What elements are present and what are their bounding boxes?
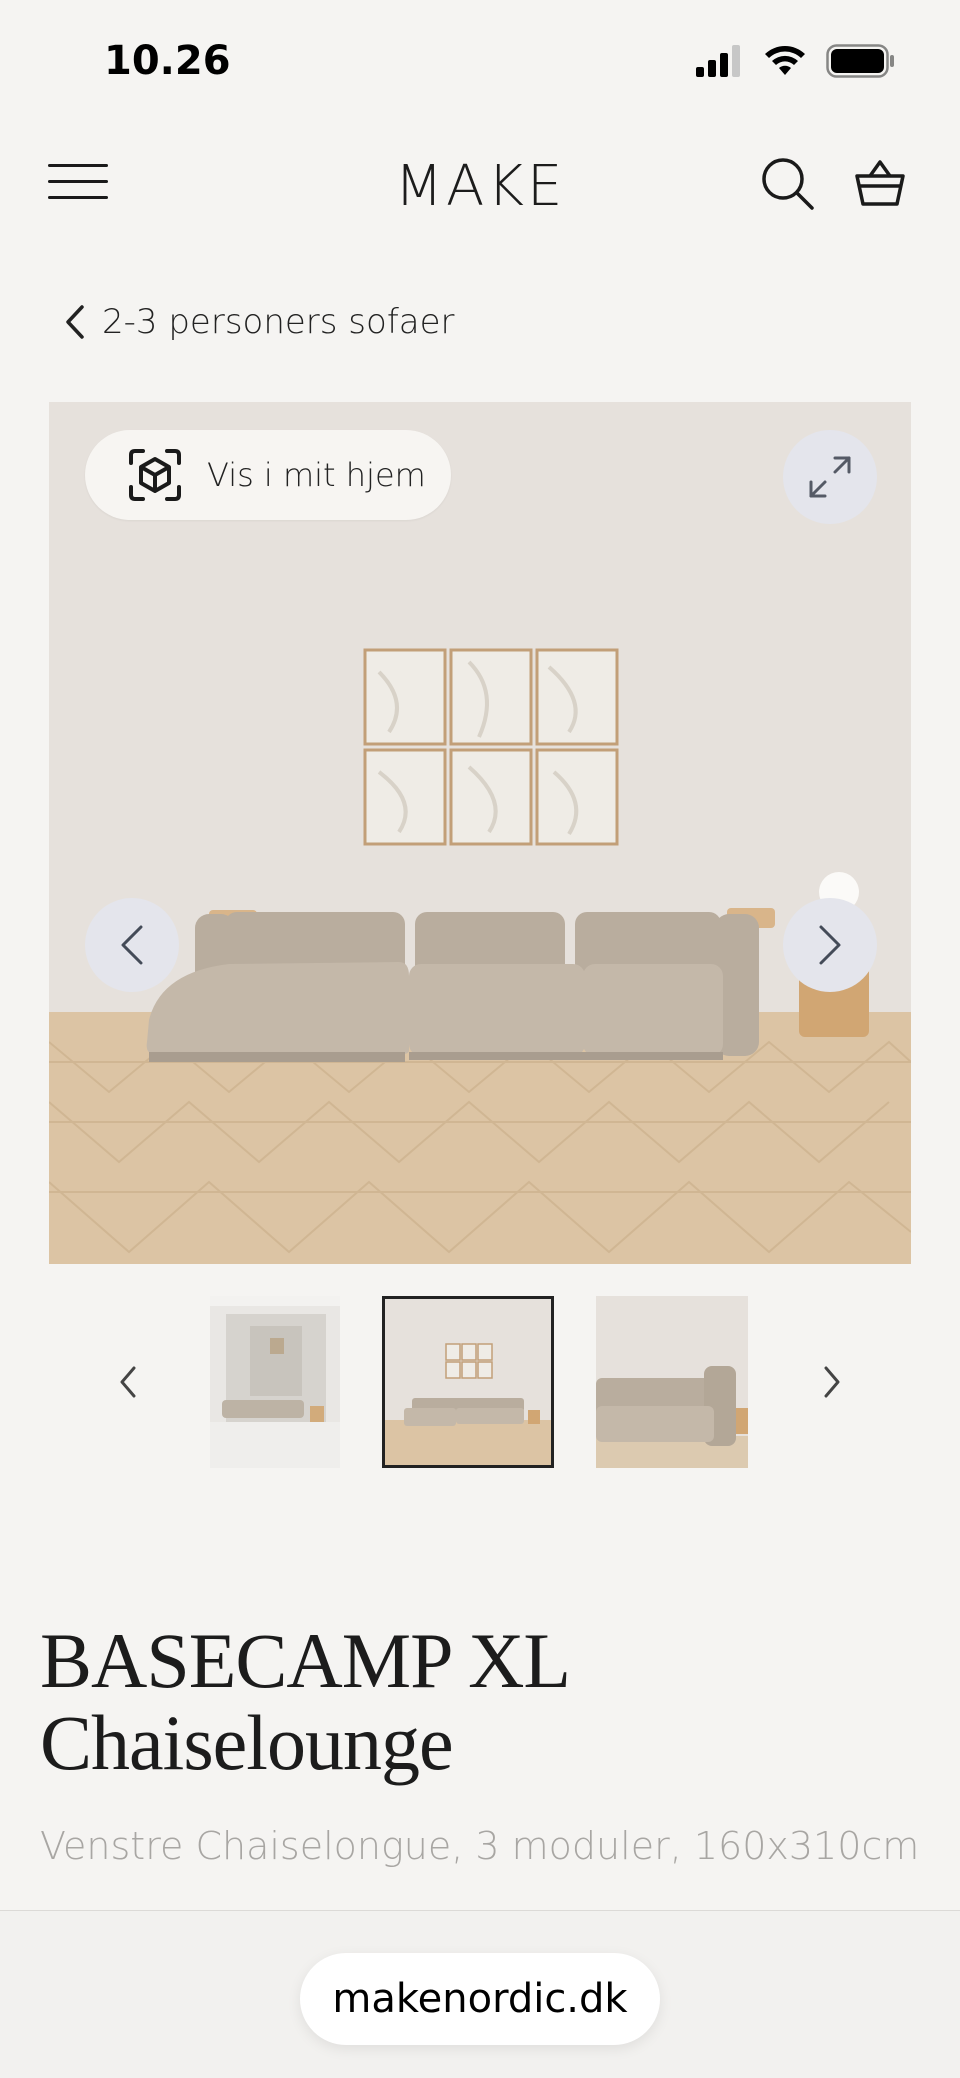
- chevron-left-icon: [120, 1366, 136, 1398]
- basket-button[interactable]: [852, 154, 908, 210]
- thumbnail-1[interactable]: [210, 1296, 340, 1468]
- product-image[interactable]: Vis i mit hjem: [49, 402, 911, 1264]
- next-image-button[interactable]: [783, 898, 877, 992]
- site-logo[interactable]: MAKE: [0, 154, 960, 219]
- address-bar-url: makenordic.dk: [332, 1976, 628, 2022]
- thumbnail-strip: [0, 1296, 960, 1468]
- signal-icon: [696, 45, 740, 77]
- expand-image-button[interactable]: [783, 430, 877, 524]
- chevron-right-icon: [819, 925, 841, 965]
- ar-cube-icon: [129, 449, 181, 501]
- chevron-right-icon: [824, 1366, 840, 1398]
- basket-icon: [855, 160, 905, 206]
- status-icons: [696, 44, 896, 78]
- chevron-left-icon: [66, 305, 84, 339]
- view-in-my-home-label: Vis i mit hjem: [207, 456, 426, 494]
- thumbnail-room-photo: [210, 1296, 340, 1468]
- thumbnails-previous-button[interactable]: [104, 1358, 152, 1406]
- product-title: BASECAMP XL Chaiselounge: [40, 1620, 920, 1784]
- search-icon: [762, 158, 814, 210]
- thumbnail-sofa-photo: [382, 1296, 554, 1468]
- thumbnail-3[interactable]: [596, 1296, 748, 1468]
- sofa-room-photo: [49, 402, 911, 1264]
- product-title-line-1: BASECAMP XL: [40, 1617, 571, 1704]
- product-title-line-2: Chaiselounge: [40, 1699, 454, 1786]
- browser-bottom-bar: makenordic.dk: [0, 1910, 960, 2078]
- thumbnail-2[interactable]: [382, 1296, 554, 1468]
- breadcrumb-label: 2-3 personers sofaer: [102, 302, 455, 342]
- thumbnail-sofa-closeup-photo: [596, 1296, 748, 1468]
- product-variant-description: Venstre Chaiselongue, 3 moduler, 160x310…: [40, 1824, 920, 1868]
- address-bar[interactable]: makenordic.dk: [300, 1953, 660, 2045]
- search-button[interactable]: [760, 156, 816, 212]
- view-in-my-home-button[interactable]: Vis i mit hjem: [85, 430, 451, 520]
- breadcrumb[interactable]: 2-3 personers sofaer: [64, 302, 455, 342]
- thumbnails-next-button[interactable]: [808, 1358, 856, 1406]
- chevron-left-icon: [121, 925, 143, 965]
- status-bar: 10.26: [0, 0, 960, 120]
- status-time: 10.26: [104, 38, 231, 84]
- previous-image-button[interactable]: [85, 898, 179, 992]
- wifi-icon: [765, 46, 805, 75]
- expand-icon: [809, 456, 851, 498]
- battery-icon: [826, 44, 894, 78]
- site-header: MAKE: [0, 140, 960, 224]
